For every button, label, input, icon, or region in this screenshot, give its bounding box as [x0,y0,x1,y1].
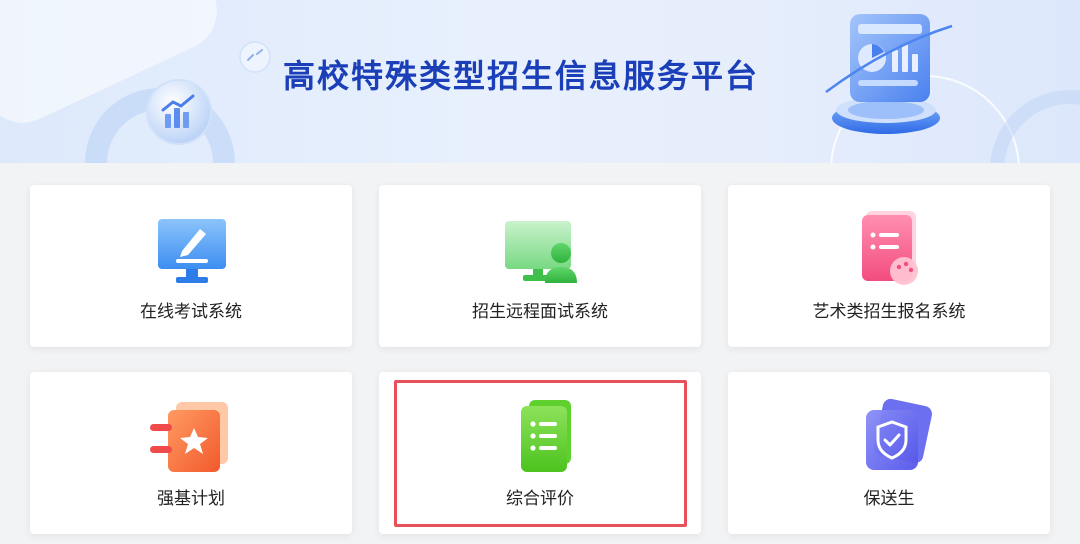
system-card-remote-interview[interactable]: 招生远程面试系统 [379,185,701,347]
chart-orb-icon [146,79,212,145]
video-interview-icon [505,221,577,283]
system-card-recommended-admission[interactable]: 保送生 [728,372,1050,534]
system-card-label: 艺术类招生报名系统 [812,302,966,322]
system-card-label: 综合评价 [506,489,574,509]
dashboard-device-icon [825,14,953,134]
system-card-label: 在线考试系统 [140,302,242,322]
system-card-label: 招生远程面试系统 [472,302,608,322]
header-banner: 高校特殊类型招生信息服务平台 [0,0,1080,163]
system-card-comprehensive-evaluation[interactable]: 综合评价 [379,372,701,534]
system-card-art-registration[interactable]: 艺术类招生报名系统 [728,185,1050,347]
banner-decoration [990,90,1080,163]
checklist-icon [521,400,571,472]
star-notebook-icon [150,402,228,472]
system-card-label: 强基计划 [157,489,225,509]
monitor-pen-icon [158,219,226,283]
system-card-strong-foundation[interactable]: 强基计划 [30,372,352,534]
system-card-label: 保送生 [863,489,915,509]
shield-check-icon [866,398,932,470]
page-title: 高校特殊类型招生信息服务平台 [283,57,760,95]
link-orb-icon [239,41,271,73]
system-card-online-exam[interactable]: 在线考试系统 [30,185,352,347]
palette-document-icon [862,211,918,285]
